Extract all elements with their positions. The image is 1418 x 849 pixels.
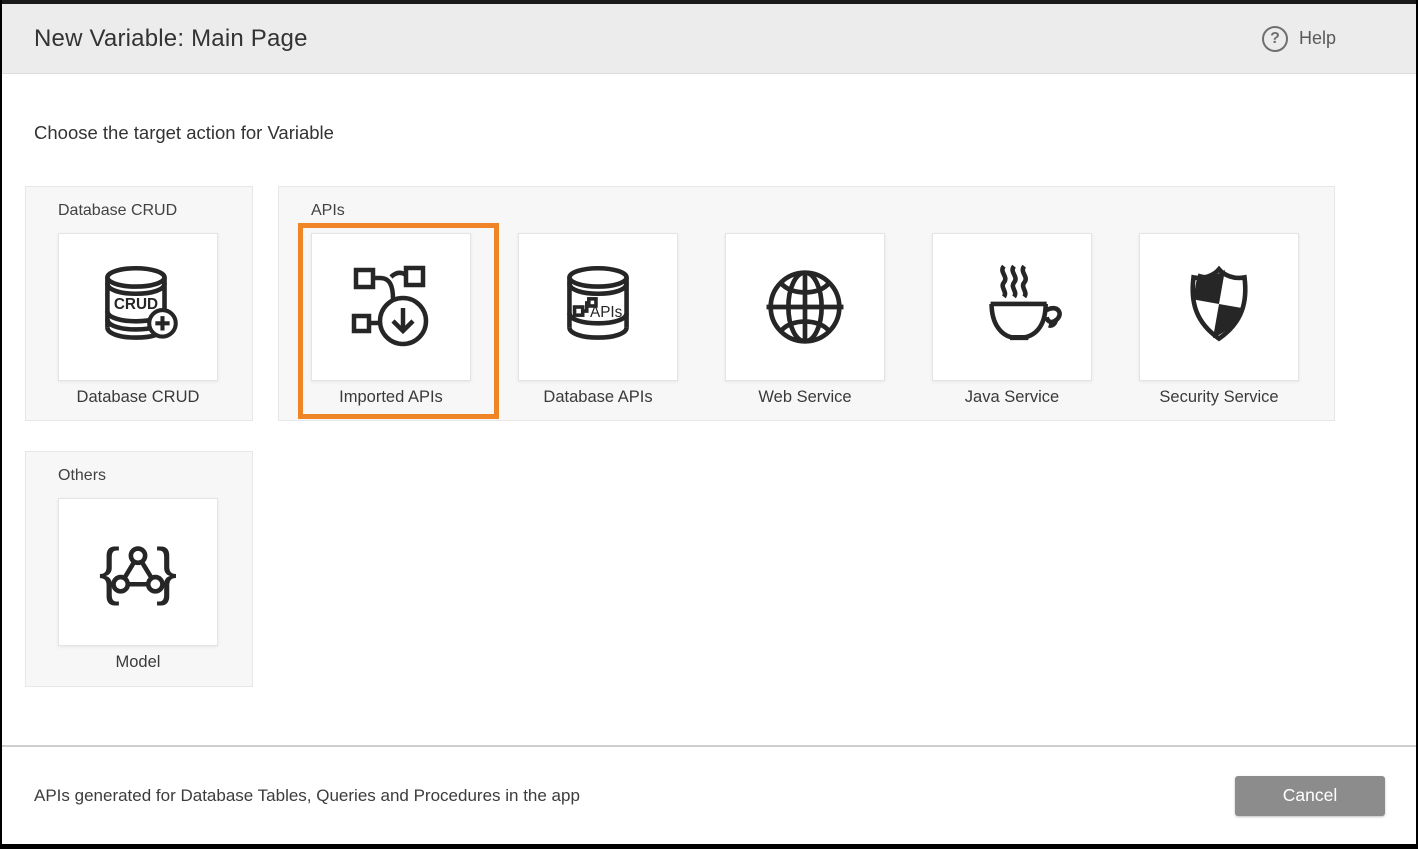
help-label: Help bbox=[1299, 28, 1336, 49]
help-button[interactable]: ? Help bbox=[1262, 26, 1336, 52]
svg-text:{: { bbox=[99, 536, 120, 606]
card-label: Database APIs bbox=[518, 388, 678, 407]
group-label: Others bbox=[58, 467, 252, 485]
card-label: Security Service bbox=[1139, 388, 1299, 407]
security-service-icon bbox=[1168, 256, 1270, 358]
group-apis: APIs bbox=[278, 186, 1335, 421]
prompt-text: Choose the target action for Variable bbox=[34, 122, 334, 144]
action-card-database-crud[interactable]: CRUD Database CRUD bbox=[58, 233, 218, 407]
java-service-icon bbox=[961, 256, 1063, 358]
action-card-imported-apis[interactable]: Imported APIs bbox=[311, 233, 471, 407]
svg-text:APIs: APIs bbox=[590, 304, 623, 321]
database-apis-icon: APIs bbox=[547, 256, 649, 358]
model-icon: { } bbox=[87, 521, 189, 623]
group-label: APIs bbox=[311, 202, 1334, 220]
dialog-body: Choose the target action for Variable Da… bbox=[2, 74, 1416, 745]
card-label: Model bbox=[58, 653, 218, 672]
help-icon: ? bbox=[1262, 26, 1288, 52]
card-label: Database CRUD bbox=[58, 388, 218, 407]
group-database-crud: Database CRUD CRUD bbox=[25, 186, 253, 421]
group-others: Others { } Model bbox=[25, 451, 253, 687]
action-card-java-service[interactable]: Java Service bbox=[932, 233, 1092, 407]
card-label: Imported APIs bbox=[311, 388, 471, 407]
action-card-web-service[interactable]: Web Service bbox=[725, 233, 885, 407]
new-variable-dialog: New Variable: Main Page ? Help Choose th… bbox=[0, 0, 1418, 849]
action-card-security-service[interactable]: Security Service bbox=[1139, 233, 1299, 407]
dialog-header: New Variable: Main Page ? Help bbox=[2, 4, 1416, 74]
web-service-icon bbox=[753, 255, 857, 359]
imported-apis-icon bbox=[341, 257, 441, 357]
page-title: New Variable: Main Page bbox=[34, 25, 308, 53]
group-label: Database CRUD bbox=[58, 202, 252, 220]
svg-text:}: } bbox=[156, 536, 177, 606]
svg-text:CRUD: CRUD bbox=[114, 296, 158, 313]
cancel-button[interactable]: Cancel bbox=[1235, 776, 1385, 816]
database-crud-icon: CRUD bbox=[87, 256, 189, 358]
card-label: Java Service bbox=[932, 388, 1092, 407]
footer-hint: APIs generated for Database Tables, Quer… bbox=[34, 786, 580, 806]
action-card-model[interactable]: { } Model bbox=[58, 498, 218, 672]
bottom-strip bbox=[2, 844, 1416, 849]
card-label: Web Service bbox=[725, 388, 885, 407]
dialog-footer: APIs generated for Database Tables, Quer… bbox=[2, 745, 1416, 844]
action-card-database-apis[interactable]: APIs Database APIs bbox=[518, 233, 678, 407]
